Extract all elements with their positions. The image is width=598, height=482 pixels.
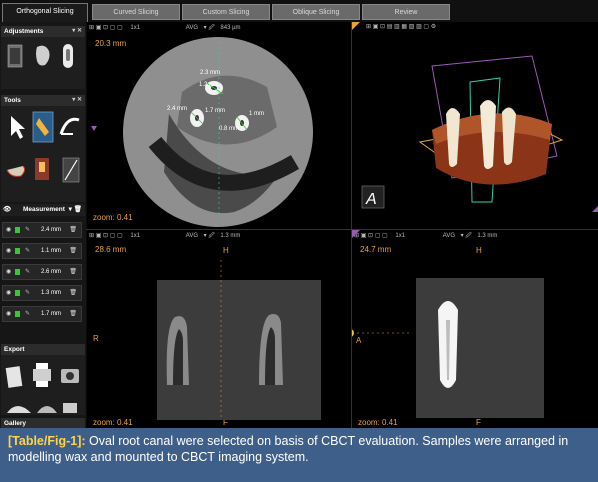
panel-controls-icon[interactable]: ▾ ✕ [72, 26, 82, 37]
color-swatch[interactable] [15, 269, 20, 275]
tab-custom-slicing[interactable]: Custom Slicing [182, 4, 270, 20]
printer-icon [33, 369, 51, 381]
viewport-divider-vertical[interactable] [351, 22, 352, 428]
measurement-row[interactable]: ◉ ✎ 1.1 mm 🗑 [2, 243, 82, 259]
figure-caption: [Table/Fig-1]: Oval root canal were sele… [0, 428, 598, 482]
measurement-value: 1.7 mm [41, 311, 62, 317]
render-3d-viewport[interactable]: ⊞ ▣ ⊡ ▤ ▥ ▦ ▧ ▨ ▢ ⚙ A L [352, 22, 598, 229]
left-edge-marker [91, 126, 97, 131]
tools-controls-icon[interactable]: ▾ ✕ [72, 95, 82, 106]
figure-frame: Orthogonal Slicing Curved Slicing Custom… [0, 0, 598, 482]
edit-icon[interactable]: ✎ [25, 223, 30, 237]
tooth-canal-icon [66, 49, 70, 61]
measurement-row[interactable]: ◉ ✎ 1.3 mm 🗑 [2, 285, 82, 301]
trash-icon[interactable]: 🗑 [69, 286, 77, 300]
annotation-label: 1.2 mm [199, 82, 219, 88]
jaw-tool-icon [6, 165, 26, 177]
export-icons [5, 363, 79, 413]
export-panel [1, 355, 85, 415]
adjustments-header[interactable]: Adjustments ▾ ✕ [1, 26, 85, 37]
color-swatch[interactable] [15, 290, 20, 296]
trash-icon[interactable]: 🗑 [69, 307, 77, 321]
cbct-app-window: Orthogonal Slicing Curved Slicing Custom… [0, 0, 598, 428]
visibility-icon[interactable]: ◉ [6, 244, 11, 258]
axial-viewport[interactable]: ⊞ ▣ ⊡ ▢ ▢ 1x1 AVG ▾ 🖉 843 µm 20.3 mm A P… [87, 22, 351, 229]
edit-icon[interactable]: ✎ [25, 244, 30, 258]
viewport-divider-horizontal[interactable] [86, 229, 598, 230]
tools-title: Tools [4, 97, 21, 104]
edit-icon[interactable]: ✎ [25, 286, 30, 300]
annotation-label: 2.3 mm [200, 70, 220, 76]
visibility-icon[interactable]: ◉ [6, 307, 11, 321]
trash-icon[interactable]: 🗑 [69, 223, 77, 237]
annotation-label: 1.7 mm [205, 108, 225, 114]
measurement-title: Measurement [23, 206, 65, 213]
angle-tool-icon [59, 117, 80, 135]
corner-marker [352, 22, 360, 30]
adjustments-title: Adjustments [4, 28, 44, 35]
annotation-label: 2.4 mm [167, 106, 187, 112]
orientation-cube-label: A [365, 191, 377, 208]
color-swatch[interactable] [15, 248, 20, 254]
adjustments-panel [1, 37, 85, 89]
export-header[interactable]: Export [1, 344, 85, 355]
measurement-row[interactable]: ◉ ✎ 2.6 mm 🗑 [2, 264, 82, 280]
skull-icon [36, 45, 50, 66]
3d-volume-render[interactable]: A L [352, 22, 598, 229]
sidebar: Adjustments ▾ ✕ Tools ▾ ✕ 👁 Measurement … [0, 22, 86, 428]
adjustment-icons [7, 44, 73, 68]
caption-text: Oval root canal were selected on basis o… [8, 434, 569, 464]
sagittal-viewport[interactable]: ⊞ ▣ ⊡ ▢ ▢ 1x1 AVG ▾ 🖉 1.3 mm 24.7 mm H A… [352, 230, 598, 428]
tools-header[interactable]: Tools ▾ ✕ [1, 95, 85, 106]
color-swatch[interactable] [15, 311, 20, 317]
document-export-icon [5, 366, 23, 388]
annotation-inner-icon [39, 162, 45, 172]
measurement-row[interactable]: ◉ ✎ 2.4 mm 🗑 [2, 222, 82, 238]
volume-inner-icon [10, 48, 20, 64]
trash-icon[interactable]: 🗑 [69, 265, 77, 279]
annotation-label: 1 mm [249, 111, 264, 117]
color-swatch[interactable] [15, 227, 20, 233]
measurement-value: 2.4 mm [41, 227, 62, 233]
edit-icon[interactable]: ✎ [25, 265, 30, 279]
tab-review[interactable]: Review [362, 4, 450, 20]
tab-orthogonal-slicing[interactable]: Orthogonal Slicing [2, 3, 88, 22]
measurement-value: 1.1 mm [41, 248, 62, 254]
trash-icon[interactable]: 🗑 [69, 244, 77, 258]
coronal-viewport[interactable]: ⊞ ▣ ⊡ ▢ ▢ 1x1 AVG ▾ 🖉 1.3 mm 28.6 mm H R… [87, 230, 351, 428]
measurement-value: 2.6 mm [41, 269, 62, 275]
pointer-tool-icon [11, 116, 25, 139]
tools-panel [1, 106, 85, 202]
visibility-icon[interactable]: ◉ [6, 265, 11, 279]
measurement-value: 1.3 mm [41, 290, 62, 296]
measurement-delete-all-icon[interactable]: ▾ 🗑 [69, 204, 82, 215]
visibility-icon[interactable]: ◉ [6, 223, 11, 237]
tab-bar: Orthogonal Slicing Curved Slicing Custom… [0, 0, 598, 22]
tab-oblique-slicing[interactable]: Oblique Slicing [272, 4, 360, 20]
export-title: Export [4, 346, 25, 353]
edit-icon[interactable]: ✎ [25, 307, 30, 321]
caption-label: [Table/Fig-1]: [8, 434, 86, 448]
measurement-eye-icon[interactable]: 👁 [3, 204, 11, 215]
gallery-header[interactable]: Gallery [1, 418, 85, 428]
sagittal-wax-block [416, 278, 544, 418]
measurement-row[interactable]: ◉ ✎ 1.7 mm 🗑 [2, 306, 82, 322]
visibility-icon[interactable]: ◉ [6, 286, 11, 300]
coronal-slice-image[interactable] [87, 230, 351, 428]
cloud-export-icon [7, 406, 31, 413]
measurement-header[interactable]: 👁 Measurement ▾ 🗑 [1, 204, 85, 216]
gallery-title: Gallery [4, 420, 27, 427]
printer-paper-icon [36, 363, 48, 369]
tab-curved-slicing[interactable]: Curved Slicing [92, 4, 180, 20]
tool-icons [6, 111, 80, 183]
annotation-label: 0.8 mm [219, 126, 239, 132]
sagittal-slice-image[interactable] [352, 230, 598, 428]
axial-slice-image[interactable]: 2.3 mm 2.4 mm 1.2 mm 1.7 mm 0.8 mm 1 mm [87, 22, 351, 229]
